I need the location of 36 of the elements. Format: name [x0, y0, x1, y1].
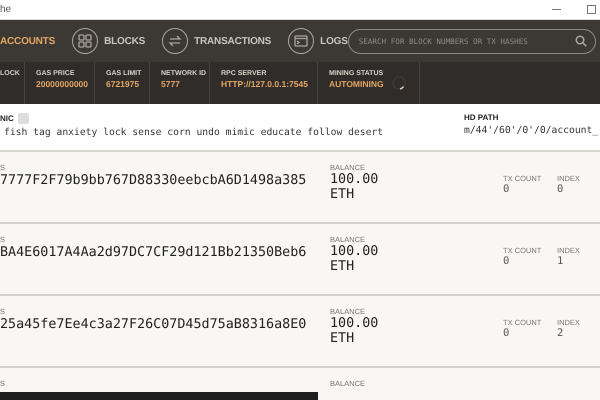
- hd-path-value: m/44'/60'/0'/0/account_: [464, 125, 600, 136]
- account-address: BA4E6017A4Aa2d97DC7CF29d121Bb21350Beb6: [0, 245, 308, 260]
- hd-path-label: HD PATH: [464, 113, 500, 122]
- spinner-icon: [392, 76, 406, 90]
- balance-unit: ETH: [330, 259, 356, 275]
- balance-unit: ETH: [330, 187, 356, 203]
- search-icon[interactable]: [575, 34, 587, 46]
- nav-tab[interactable]: TRANSACTIONS: [162, 28, 272, 54]
- mnemonic-words: fish tag anxiety lock sense corn undo mimic educate follow desert: [3, 127, 384, 138]
- nav-tab[interactable]: BLOCKS: [72, 28, 146, 54]
- index-value: 2: [557, 327, 564, 339]
- balance-value: 100.00: [330, 316, 380, 332]
- swap-arrows-icon: [168, 34, 182, 48]
- balance-unit: ETH: [330, 331, 356, 347]
- balance-value: 100.00: [330, 244, 380, 260]
- account-address: 25a45fe7Ee4c3a27F26C07D45d75aB8316a8E0: [0, 317, 308, 332]
- stat-value: 6721975: [106, 79, 140, 89]
- tx-count-value: 0: [503, 327, 510, 339]
- stat-value: AUTOMINING: [329, 79, 384, 89]
- balance-value: 100.00: [330, 172, 380, 188]
- nav-tab[interactable]: ACCOUNTS: [0, 36, 56, 46]
- index-value: 1: [557, 255, 564, 267]
- terminal-icon: [294, 35, 308, 47]
- mnemonic-label: NIC: [0, 114, 14, 123]
- nav-tab[interactable]: LOGS: [288, 28, 348, 54]
- tx-count-value: 0: [503, 255, 510, 267]
- minimize-icon[interactable]: [552, 8, 561, 10]
- window-title: he: [0, 4, 12, 15]
- tx-count-value: 0: [503, 183, 510, 195]
- stat-value: 20000000000: [36, 79, 88, 89]
- index-value: 0: [557, 183, 564, 195]
- grid-icon: [78, 34, 92, 48]
- stat-value: HTTP://127.0.0.1:7545: [221, 79, 308, 89]
- account-address: 7777F2F79b9bb767D88330eebcbA6D1498a385: [0, 173, 308, 188]
- stat-value: 5777: [161, 79, 180, 89]
- maximize-icon[interactable]: [587, 5, 596, 14]
